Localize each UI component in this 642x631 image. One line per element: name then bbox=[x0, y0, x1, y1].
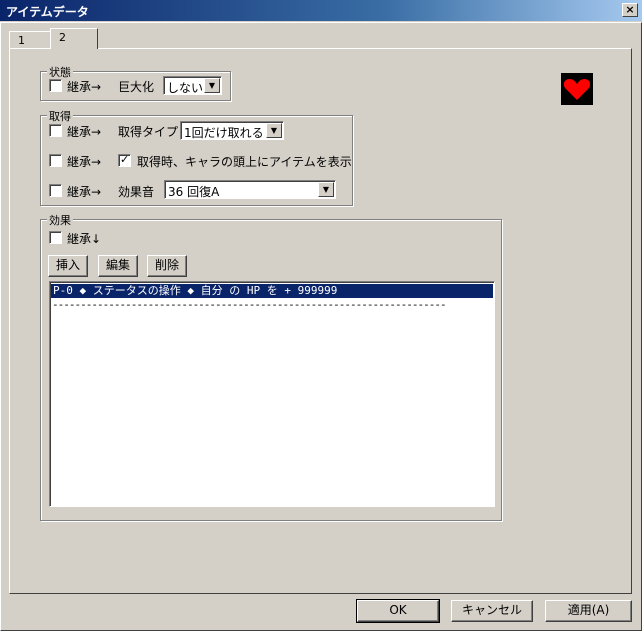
edit-button[interactable]: 編集 bbox=[98, 255, 138, 277]
delete-button[interactable]: 削除 bbox=[147, 255, 187, 277]
show-above-head-label: 取得時、キャラの頭上にアイテムを表示 bbox=[137, 155, 352, 169]
giant-select[interactable]: しない ▼ bbox=[163, 76, 222, 95]
acquire-type-select[interactable]: 1回だけ取れる ▼ bbox=[180, 121, 284, 140]
se-inherit-checkbox[interactable] bbox=[49, 184, 62, 197]
apply-button[interactable]: 適用(A) bbox=[545, 600, 632, 622]
se-inherit-label: 継承→ bbox=[67, 185, 102, 199]
chevron-down-icon[interactable]: ▼ bbox=[204, 78, 220, 93]
heart-icon-graphic bbox=[563, 79, 591, 100]
se-select[interactable]: 36 回復A ▼ bbox=[164, 180, 336, 199]
heart-icon bbox=[561, 73, 593, 105]
chevron-down-icon[interactable]: ▼ bbox=[318, 182, 334, 197]
state-inherit-label: 継承→ bbox=[67, 80, 102, 94]
giant-label: 巨大化 bbox=[118, 80, 155, 94]
list-item[interactable]: ----------------------------------------… bbox=[50, 298, 494, 312]
giant-select-value: しない bbox=[167, 81, 204, 95]
se-label: 効果音 bbox=[118, 185, 155, 199]
acquire-type-value: 1回だけ取れる bbox=[184, 126, 264, 140]
chevron-down-icon[interactable]: ▼ bbox=[266, 123, 282, 138]
acquire-show-inherit-checkbox[interactable] bbox=[49, 154, 62, 167]
window-title: アイテムデータ bbox=[6, 5, 89, 19]
acquire-type-label: 取得タイプ bbox=[118, 125, 179, 139]
state-inherit-checkbox[interactable] bbox=[49, 79, 62, 92]
insert-button[interactable]: 挿入 bbox=[48, 255, 88, 277]
show-above-head-checkbox[interactable]: ✓ bbox=[118, 153, 131, 167]
effect-list[interactable]: P-0 ◆ ステータスの操作 ◆ 自分 の HP を + 999999 ----… bbox=[49, 281, 495, 507]
acquire-group-title: 取得 bbox=[47, 108, 73, 124]
tab-2[interactable]: 2 bbox=[50, 28, 98, 49]
acquire-show-inherit-label: 継承→ bbox=[67, 155, 102, 169]
tab-1[interactable]: 1 bbox=[9, 31, 51, 49]
acquire-type-inherit-label: 継承→ bbox=[67, 125, 102, 139]
ok-button[interactable]: OK bbox=[356, 599, 440, 623]
effect-group-title: 効果 bbox=[47, 212, 73, 228]
acquire-type-inherit-checkbox[interactable] bbox=[49, 124, 62, 137]
effect-inherit-checkbox[interactable] bbox=[49, 231, 62, 244]
cancel-button[interactable]: キャンセル bbox=[451, 600, 533, 622]
list-item[interactable]: P-0 ◆ ステータスの操作 ◆ 自分 の HP を + 999999 bbox=[51, 284, 493, 298]
se-select-value: 36 回復A bbox=[168, 185, 220, 199]
check-icon: ✓ bbox=[120, 153, 130, 166]
effect-inherit-label: 継承↓ bbox=[67, 232, 102, 246]
close-button[interactable]: × bbox=[622, 3, 638, 17]
title-bar[interactable]: アイテムデータ × bbox=[0, 0, 642, 22]
